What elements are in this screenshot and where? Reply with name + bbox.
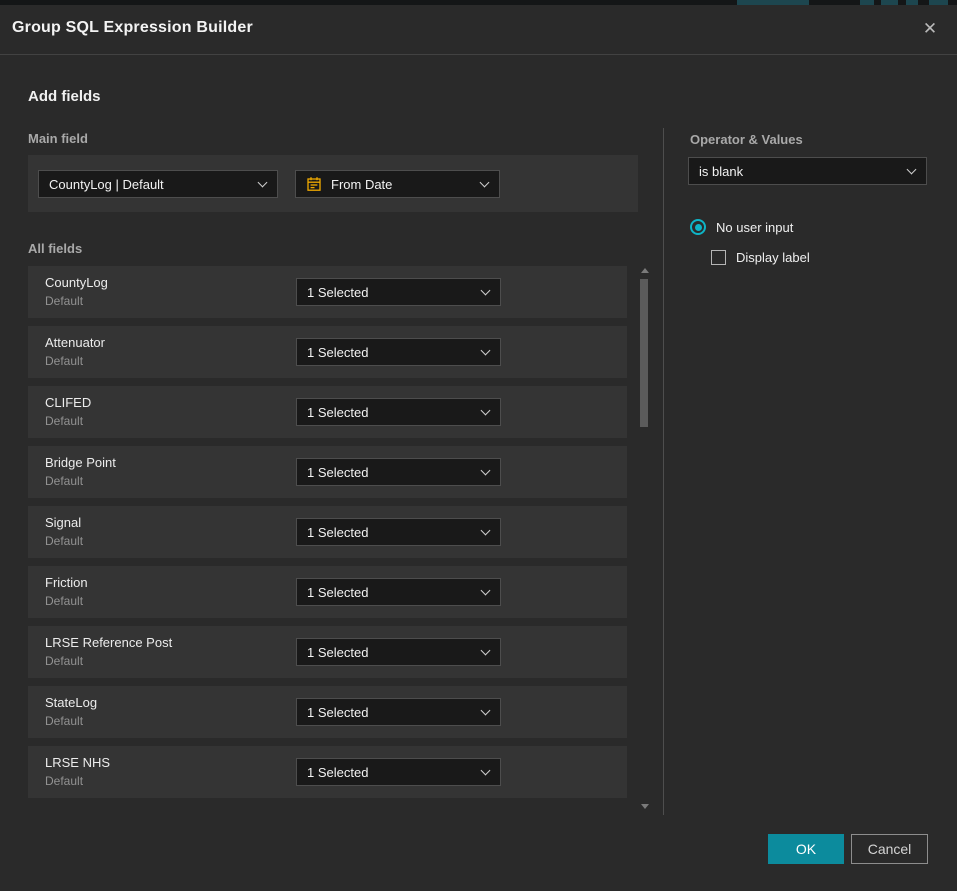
field-row: CLIFED Default 1 Selected (28, 386, 627, 438)
field-row: Attenuator Default 1 Selected (28, 326, 627, 378)
field-row: StateLog Default 1 Selected (28, 686, 627, 738)
field-selected-value: 1 Selected (307, 765, 368, 780)
field-subtitle: Default (45, 354, 83, 368)
scrollbar-thumb[interactable] (640, 279, 648, 427)
chevron-down-icon (481, 346, 491, 356)
field-row: Signal Default 1 Selected (28, 506, 627, 558)
field-subtitle: Default (45, 594, 83, 608)
chevron-down-icon (258, 178, 268, 188)
calendar-icon (306, 176, 322, 192)
field-name: CLIFED (45, 395, 91, 410)
field-row: LRSE NHS Default 1 Selected (28, 746, 627, 798)
field-selected-dropdown[interactable]: 1 Selected (296, 698, 501, 726)
operator-select-value: is blank (699, 164, 743, 179)
radio-selected-icon (690, 219, 706, 235)
field-name: Attenuator (45, 335, 105, 350)
field-selected-value: 1 Selected (307, 465, 368, 480)
field-row: Bridge Point Default 1 Selected (28, 446, 627, 498)
chevron-down-icon (481, 526, 491, 536)
close-icon[interactable]: ✕ (917, 16, 943, 42)
field-subtitle: Default (45, 774, 83, 788)
chevron-down-icon (907, 165, 917, 175)
field-name: Bridge Point (45, 455, 116, 470)
field-selected-dropdown[interactable]: 1 Selected (296, 518, 501, 546)
scrollbar-up-arrow-icon[interactable] (641, 268, 649, 273)
chevron-down-icon (481, 766, 491, 776)
chevron-down-icon (480, 178, 490, 188)
main-field-select-value: From Date (331, 177, 392, 192)
ok-button[interactable]: OK (768, 834, 844, 864)
all-fields-list: CountyLog Default 1 Selected Attenuator … (28, 266, 627, 806)
field-subtitle: Default (45, 414, 83, 428)
chevron-down-icon (481, 586, 491, 596)
chevron-down-icon (481, 406, 491, 416)
operator-values-label: Operator & Values (690, 132, 803, 147)
operator-select[interactable]: is blank (688, 157, 927, 185)
group-sql-expression-builder-dialog: Group SQL Expression Builder ✕ Add field… (0, 5, 957, 891)
display-label-checkbox[interactable]: Display label (711, 250, 810, 265)
field-name: Signal (45, 515, 81, 530)
field-selected-value: 1 Selected (307, 585, 368, 600)
field-row: CountyLog Default 1 Selected (28, 266, 627, 318)
field-selected-dropdown[interactable]: 1 Selected (296, 278, 501, 306)
chevron-down-icon (481, 646, 491, 656)
field-subtitle: Default (45, 654, 83, 668)
field-selected-value: 1 Selected (307, 645, 368, 660)
layer-select[interactable]: CountyLog | Default (38, 170, 278, 198)
main-field-label: Main field (28, 131, 88, 146)
all-fields-label: All fields (28, 241, 82, 256)
dialog-title: Group SQL Expression Builder (12, 19, 253, 37)
field-subtitle: Default (45, 534, 83, 548)
field-row: Friction Default 1 Selected (28, 566, 627, 618)
layer-select-value: CountyLog | Default (49, 177, 164, 192)
field-subtitle: Default (45, 714, 83, 728)
field-name: LRSE Reference Post (45, 635, 172, 650)
field-name: CountyLog (45, 275, 108, 290)
no-user-input-radio[interactable]: No user input (690, 219, 793, 235)
field-name: Friction (45, 575, 88, 590)
field-row: LRSE Reference Post Default 1 Selected (28, 626, 627, 678)
field-selected-value: 1 Selected (307, 345, 368, 360)
checkbox-unchecked-icon (711, 250, 726, 265)
field-name: LRSE NHS (45, 755, 110, 770)
field-selected-dropdown[interactable]: 1 Selected (296, 338, 501, 366)
field-selected-dropdown[interactable]: 1 Selected (296, 578, 501, 606)
field-selected-value: 1 Selected (307, 405, 368, 420)
main-field-panel: CountyLog | Default From Date (28, 155, 638, 212)
cancel-button[interactable]: Cancel (851, 834, 928, 864)
field-subtitle: Default (45, 474, 83, 488)
field-selected-dropdown[interactable]: 1 Selected (296, 638, 501, 666)
add-fields-heading: Add fields (28, 88, 101, 105)
field-selected-dropdown[interactable]: 1 Selected (296, 758, 501, 786)
field-subtitle: Default (45, 294, 83, 308)
chevron-down-icon (481, 706, 491, 716)
field-selected-dropdown[interactable]: 1 Selected (296, 398, 501, 426)
display-label-label: Display label (736, 250, 810, 265)
chevron-down-icon (481, 466, 491, 476)
chevron-down-icon (481, 286, 491, 296)
field-name: StateLog (45, 695, 97, 710)
panel-divider (663, 128, 664, 815)
scrollbar-down-arrow-icon[interactable] (641, 804, 649, 809)
dialog-title-bar: Group SQL Expression Builder ✕ (0, 5, 957, 55)
field-selected-value: 1 Selected (307, 285, 368, 300)
field-selected-value: 1 Selected (307, 705, 368, 720)
no-user-input-label: No user input (716, 220, 793, 235)
scrollbar[interactable] (639, 266, 650, 811)
field-selected-dropdown[interactable]: 1 Selected (296, 458, 501, 486)
main-field-select[interactable]: From Date (295, 170, 500, 198)
field-selected-value: 1 Selected (307, 525, 368, 540)
